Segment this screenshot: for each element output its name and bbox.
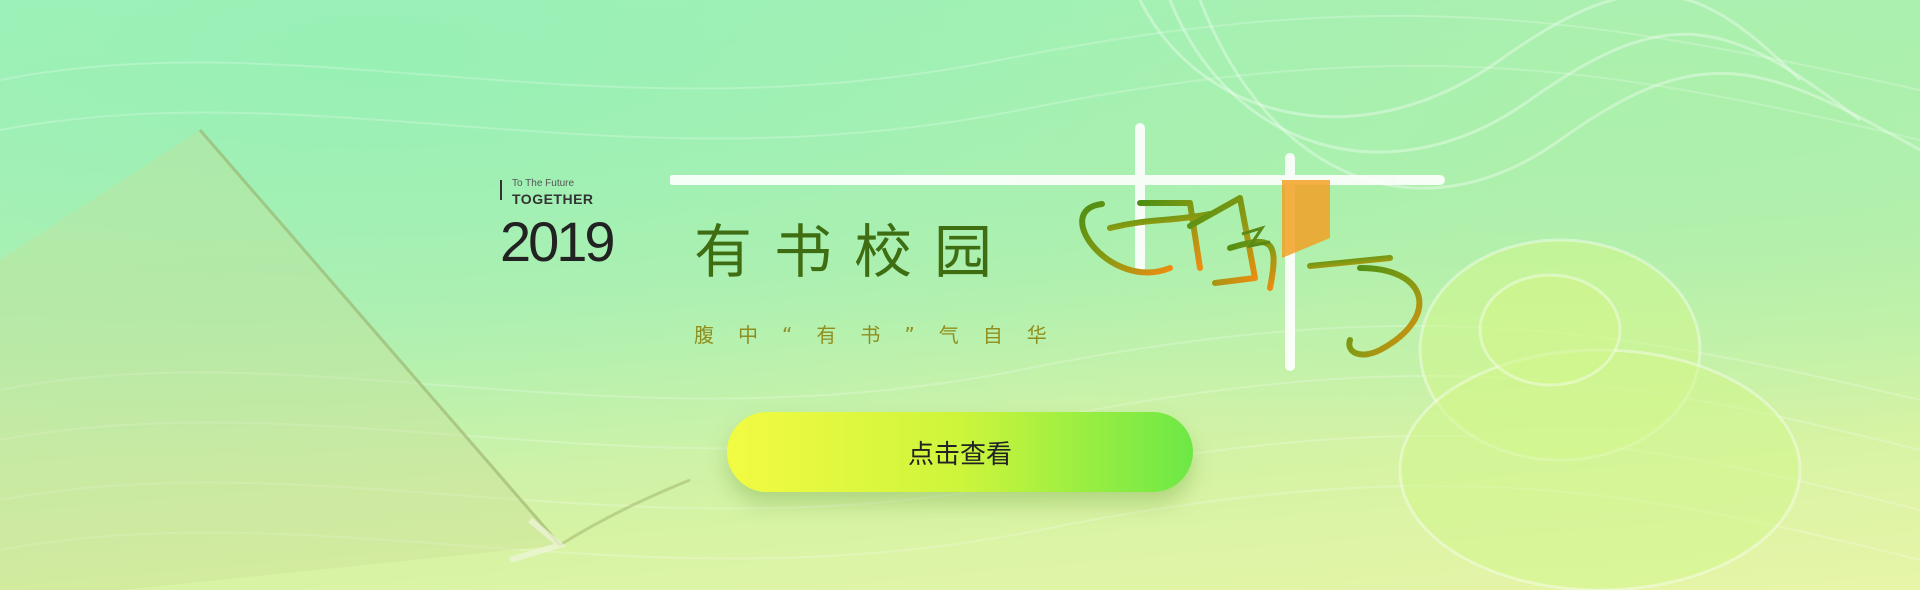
together-label: TOGETHER (512, 191, 594, 207)
year-badge: To The Future TOGETHER 2019 (500, 178, 620, 288)
subtitle: 腹中“有书”气自华 (694, 323, 1071, 347)
view-details-button[interactable]: 点击查看 (727, 412, 1193, 492)
main-title: 有书校园 (694, 218, 1015, 286)
accent-bar (500, 180, 502, 200)
english-tagline: To The Future (512, 178, 575, 189)
recruitment-banner: To The Future TOGETHER 2019 有书校园 腹中“有书”气… (0, 0, 1920, 590)
year-label: 2019 (500, 210, 616, 273)
